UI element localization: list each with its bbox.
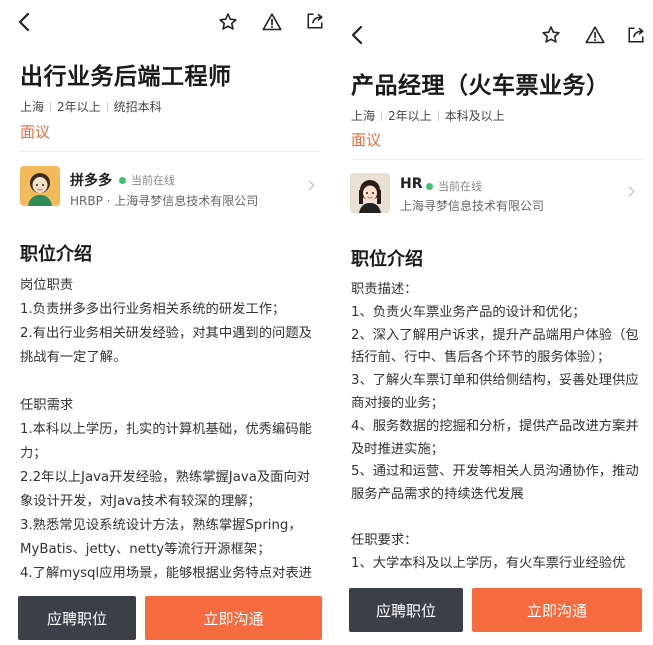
meta-divider	[106, 101, 108, 112]
description-line: 3.熟悉常见设系统设计方法，熟练掌握Spring，	[20, 518, 302, 533]
description-line: 及时推进实施；	[351, 441, 445, 457]
recruiter-name: HR	[400, 176, 423, 192]
meta-location: 上海	[20, 100, 45, 114]
online-status-label: 当前在线	[438, 180, 482, 193]
meta-divider	[381, 110, 383, 121]
job-detail-right: 产品经理（火车票业务） 上海 2年以上 本科及以上 面议 HR 当前在线 上海寻…	[331, 0, 653, 645]
bottom-action-bar: 应聘职位 立即沟通	[0, 586, 331, 645]
online-status: 当前在线	[426, 178, 482, 194]
job-title: 产品经理（火车票业务）	[351, 73, 610, 99]
description-line: 1.本科以上学历，扎实的计算机基础，优秀编码能	[20, 422, 312, 437]
back-arrow-icon[interactable]	[18, 13, 30, 31]
description-line: 2、深入了解用户诉求，提升产品端用户体验（包	[351, 327, 639, 343]
meta-location: 上海	[351, 109, 376, 123]
warning-icon[interactable]	[585, 25, 605, 45]
avatar	[20, 166, 60, 206]
description-line: 任职要求：	[351, 532, 418, 548]
online-status: 当前在线	[119, 172, 175, 188]
description-line: 职责描述：	[351, 282, 418, 297]
job-meta: 上海 2年以上 本科及以上	[351, 107, 505, 124]
description-line: 2.有出行业务相关研发经验，对其中遇到的问题及	[20, 326, 312, 341]
meta-experience: 2年以上	[57, 100, 101, 114]
job-meta: 上海 2年以上 统招本科	[20, 98, 162, 115]
salary: 面议	[351, 131, 382, 149]
top-nav-bar	[331, 0, 653, 44]
apply-button[interactable]: 应聘职位	[18, 596, 136, 640]
section-title: 职位介绍	[351, 249, 423, 270]
description-line: 3、了解火车票订单和供给侧结构，妥善处理供应	[351, 373, 639, 389]
description-blank-line	[20, 370, 312, 394]
recruiter-company: HRBP · 上海寻梦信息技术有限公司	[70, 194, 259, 208]
description-line: 4、服务数据的挖掘和分析，提供产品改进方案并	[351, 418, 639, 434]
section-title: 职位介绍	[20, 244, 92, 265]
job-title: 出行业务后端工程师	[20, 64, 232, 90]
chat-now-button[interactable]: 立即沟通	[472, 588, 642, 632]
avatar	[350, 173, 390, 213]
divider	[20, 151, 321, 152]
meta-divider	[437, 110, 439, 121]
chat-now-button[interactable]: 立即沟通	[145, 596, 322, 640]
description-line: 象设计开发，对Java技术有较深的理解；	[20, 494, 261, 509]
description-line: 1、大学本科及以上学历，有火车票行业经验优	[351, 555, 626, 571]
meta-education: 本科及以上	[444, 109, 505, 123]
meta-experience: 2年以上	[388, 109, 432, 123]
description-line: 力；	[20, 446, 47, 461]
meta-education: 统招本科	[113, 100, 162, 114]
meta-divider	[50, 101, 52, 112]
description-line: MyBatis、jetty、netty等流行开源框架；	[20, 542, 271, 557]
description-line: 括行前、行中、售后各个环节的服务体验）；	[351, 350, 611, 366]
back-arrow-icon[interactable]	[351, 26, 363, 44]
online-dot-icon	[119, 176, 126, 184]
description-line: 2.2年以上Java开发经验，熟练掌握Java及面向对	[20, 470, 311, 485]
description-line: 商对接的业务；	[351, 395, 445, 411]
description-line: 1、负责火车票业务产品的设计和优化；	[351, 304, 586, 320]
star-icon[interactable]	[541, 25, 561, 45]
description-blank-line	[351, 507, 639, 530]
salary: 面议	[20, 123, 51, 141]
share-icon[interactable]	[306, 12, 324, 30]
job-description: 岗位职责 1.负责拼多多出行业务相关系统的研发工作； 2.有出行业务相关研发经验…	[20, 274, 312, 586]
chevron-right-icon	[308, 180, 315, 191]
description-line: 4.了解mysql应用场景，能够根据业务特点对表进	[20, 566, 312, 581]
recruiter-name: 拼多多	[70, 173, 112, 189]
online-dot-icon	[426, 182, 433, 190]
share-icon[interactable]	[627, 26, 645, 44]
top-nav-bar	[0, 0, 331, 44]
warning-icon[interactable]	[262, 12, 282, 32]
description-line: 挑战有一定了解。	[20, 350, 127, 365]
recruiter-company: 上海寻梦信息技术有限公司	[400, 199, 545, 213]
chevron-right-icon	[628, 186, 635, 197]
bottom-action-bar: 应聘职位 立即沟通	[331, 578, 653, 637]
job-description: 职责描述： 1、负责火车票业务产品的设计和优化； 2、深入了解用户诉求，提升产品…	[351, 279, 639, 575]
description-line: 5、通过和运营、开发等相关人员沟通协作，推动	[351, 464, 639, 480]
divider	[351, 159, 643, 160]
star-icon[interactable]	[218, 12, 238, 32]
apply-button[interactable]: 应聘职位	[349, 588, 463, 632]
job-detail-left: 出行业务后端工程师 上海 2年以上 统招本科 面议 拼多多 当前在线 HRBP …	[0, 0, 331, 645]
description-line: 1.负责拼多多出行业务相关系统的研发工作；	[20, 302, 286, 317]
description-line: 岗位职责	[20, 278, 74, 293]
online-status-label: 当前在线	[131, 174, 175, 187]
description-line: 任职需求	[20, 398, 74, 413]
description-line: 服务产品需求的持续迭代发展	[351, 487, 524, 503]
